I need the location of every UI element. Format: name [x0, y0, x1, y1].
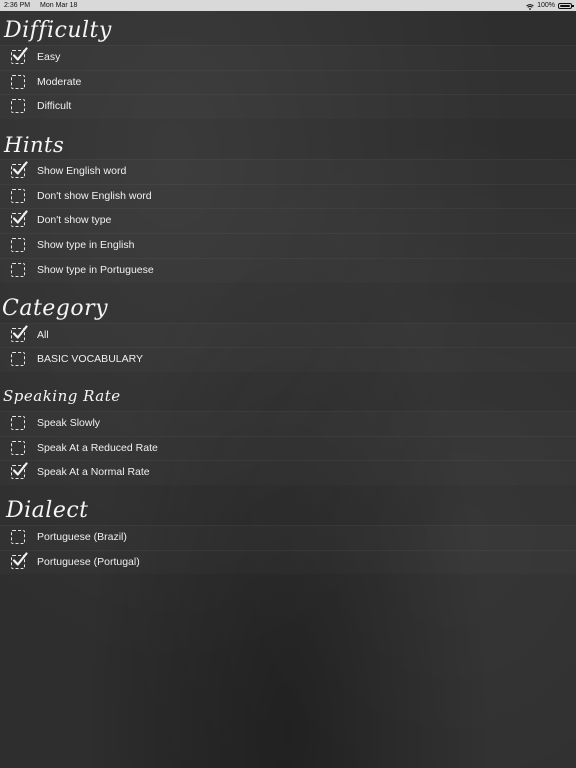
checkbox-icon[interactable] [11, 352, 25, 367]
option-label: BASIC VOCABULARY [37, 353, 144, 366]
status-bar: 2:36 PM Mon Mar 18 100% [0, 0, 576, 11]
checkbox-icon[interactable] [11, 238, 25, 253]
option-row-all[interactable]: All [0, 322, 576, 348]
checkbox-icon[interactable] [11, 161, 28, 179]
checkbox-icon[interactable] [11, 99, 25, 114]
option-row-speak-normal[interactable]: Speak At a Normal Rate [0, 460, 576, 485]
section-hints: Hints Show English word Don't show Engli… [0, 119, 576, 282]
status-right: 100% [526, 0, 574, 11]
checkbox-icon[interactable] [11, 415, 25, 430]
section-category: Category All BASIC VOCABULARY [0, 283, 576, 372]
checkbox-icon[interactable] [11, 529, 25, 544]
checkmark-icon [12, 324, 28, 339]
option-row-moderate[interactable]: Moderate [0, 69, 576, 95]
settings-content: Difficulty Easy Moderate Difficult Hints… [0, 11, 576, 574]
section-header-category: Category [0, 283, 576, 323]
option-row-portuguese-brazil[interactable]: Portuguese (Brazil) [0, 524, 576, 550]
option-label: Don't show English word [37, 189, 152, 202]
section-title-dialect: Dialect [6, 497, 89, 523]
checkmark-icon [12, 161, 28, 175]
checkbox-icon[interactable] [11, 552, 28, 569]
option-label: Speak At a Normal Rate [37, 466, 150, 479]
option-row-speak-slowly[interactable]: Speak Slowly [0, 410, 576, 436]
checkbox-icon[interactable] [11, 188, 25, 203]
option-row-dont-show-type[interactable]: Don't show type [0, 208, 576, 233]
option-label: All [37, 328, 49, 341]
option-row-show-type-english[interactable]: Show type in English [0, 233, 576, 258]
option-label: Speak At a Reduced Rate [37, 441, 158, 454]
checkmark-icon [12, 462, 28, 476]
option-label: Show type in Portuguese [37, 263, 154, 276]
option-label: Speak Slowly [37, 416, 101, 429]
section-title-category: Category [2, 295, 109, 321]
section-speaking-rate: Speaking Rate Speak Slowly Speak At a Re… [0, 372, 576, 485]
section-title-hints: Hints [4, 133, 65, 158]
section-dialect: Dialect Portuguese (Brazil) Portuguese (… [0, 485, 576, 574]
section-difficulty: Difficulty Easy Moderate Difficult [0, 11, 576, 119]
checkbox-icon[interactable] [11, 440, 25, 455]
section-header-difficulty: Difficulty [0, 11, 576, 45]
option-label: Show English word [37, 165, 127, 178]
status-left: 2:36 PM Mon Mar 18 [4, 0, 85, 11]
checkbox-icon[interactable] [11, 262, 25, 277]
option-row-portuguese-portugal[interactable]: Portuguese (Portugal) [0, 549, 576, 575]
option-label: Portuguese (Brazil) [37, 530, 127, 543]
section-header-speaking-rate: Speaking Rate [0, 372, 576, 411]
option-row-dont-show-english-word[interactable]: Don't show English word [0, 183, 576, 209]
option-row-speak-reduced[interactable]: Speak At a Reduced Rate [0, 435, 576, 461]
status-time: 2:36 PM [4, 2, 31, 9]
option-label: Moderate [37, 75, 82, 88]
option-label: Difficult [37, 100, 72, 113]
section-header-hints: Hints [0, 119, 576, 159]
option-label: Don't show type [37, 214, 112, 227]
option-label: Portuguese (Portugal) [37, 555, 140, 568]
section-header-dialect: Dialect [0, 485, 576, 525]
section-title-difficulty: Difficulty [4, 18, 112, 43]
option-label: Show type in English [37, 239, 135, 252]
checkmark-icon [12, 552, 28, 566]
checkbox-icon[interactable] [11, 47, 28, 64]
checkmark-icon [12, 210, 28, 225]
wifi-icon [526, 3, 534, 10]
option-row-show-type-portuguese[interactable]: Show type in Portuguese [0, 257, 576, 283]
battery-icon [558, 2, 574, 9]
option-row-basic-vocabulary[interactable]: BASIC VOCABULARY [0, 347, 576, 372]
checkbox-icon[interactable] [11, 462, 28, 480]
option-row-difficult[interactable]: Difficult [0, 94, 576, 119]
section-title-speaking-rate: Speaking Rate [3, 386, 121, 405]
option-row-show-english-word[interactable]: Show English word [0, 159, 576, 184]
checkmark-icon [12, 47, 28, 61]
option-row-easy[interactable]: Easy [0, 45, 576, 70]
status-date: Mon Mar 18 [40, 2, 78, 9]
battery-percent: 100% [537, 2, 555, 9]
option-label: Easy [37, 51, 61, 63]
checkbox-icon[interactable] [11, 74, 25, 89]
checkbox-icon[interactable] [11, 210, 28, 228]
checkbox-icon[interactable] [11, 324, 28, 342]
